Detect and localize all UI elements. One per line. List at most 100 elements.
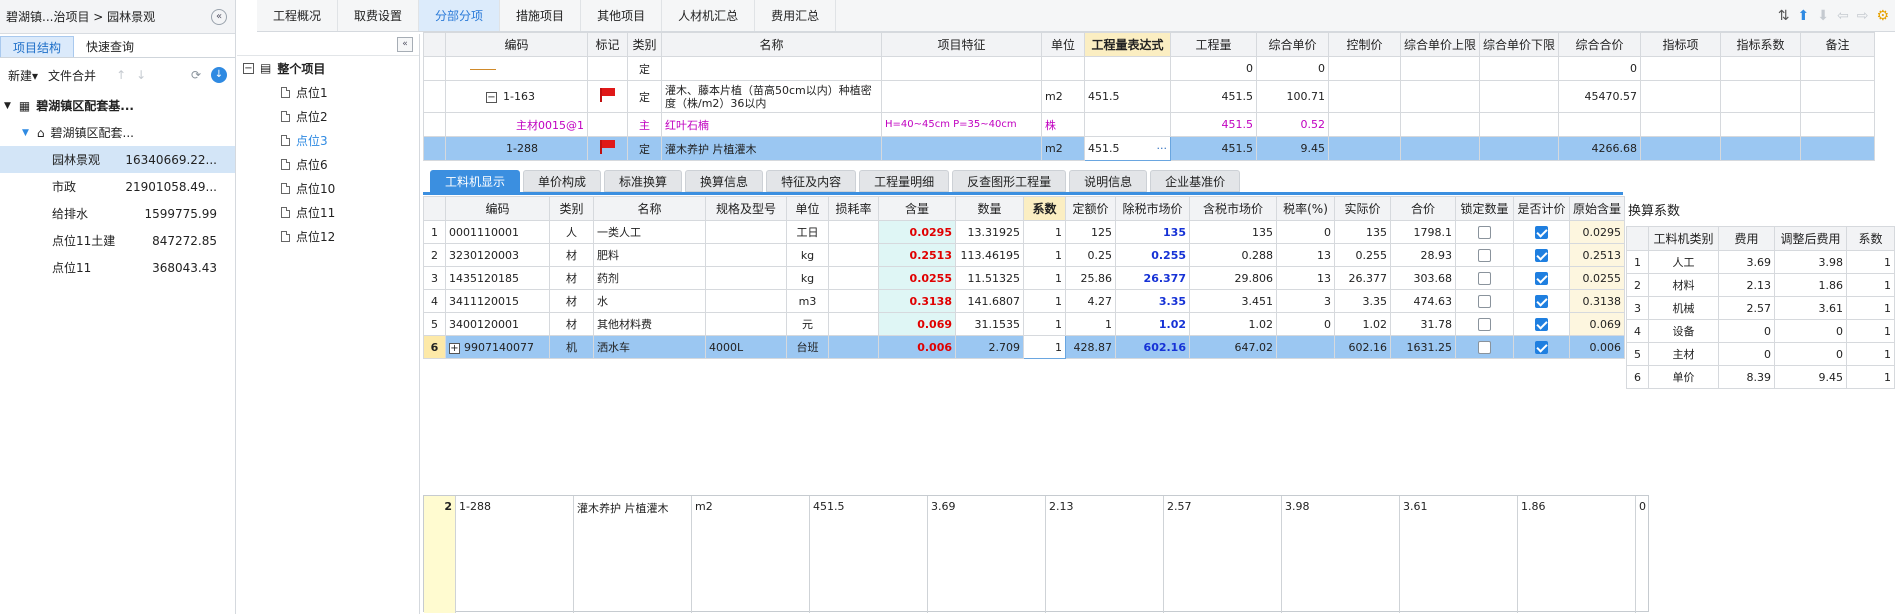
header-cell[interactable]: 实际价 [1334,196,1391,221]
tree-point[interactable]: 点位6 [237,152,419,176]
lock-qty-checkbox[interactable] [1478,248,1491,262]
lock-qty-checkbox[interactable] [1478,317,1491,331]
cell-code[interactable]: 3400120001 [445,312,550,336]
tab-overview[interactable]: 工程概况 [257,0,339,31]
table-row[interactable]: 1 0001110001 人 一类人工 工日 0.0295 13.31925 1 125 135 1… [423,220,1626,244]
cell-coef[interactable]: 1 [1846,365,1895,389]
table-row[interactable]: 1 人工 3.69 3.98 1 [1626,250,1895,274]
cell-name[interactable]: 其他材料费 [593,312,706,336]
tab-std-convert[interactable]: 标准换算 [604,170,683,192]
tab-description[interactable]: 说明信息 [1069,170,1148,192]
quantity-expr-input[interactable]: 451.5 ··· [1084,136,1171,161]
tree-item-drainage[interactable]: 给排水 1599775.99 [0,200,235,227]
cell-lock[interactable] [1455,243,1514,267]
tab-resource-display[interactable]: 工料机显示 [430,170,521,192]
cell-feature[interactable] [881,56,1042,81]
cell-priced[interactable] [1513,220,1570,244]
header-cell[interactable]: 损耗率 [828,196,879,221]
cell-name[interactable]: 一类人工 [593,220,706,244]
tab-other-items[interactable]: 其他项目 [581,0,663,31]
collapse-arrow-icon[interactable]: ▼ [22,128,29,138]
cell-code[interactable]: 1435120185 [445,266,550,290]
cell-unit[interactable] [1041,56,1085,81]
cell-lock[interactable] [1455,266,1514,290]
header-cell[interactable]: 综合单价下限 [1479,32,1560,57]
table-row[interactable]: 6 单价 8.39 9.45 1 [1626,365,1895,389]
settings-icon[interactable]: ⚙ [1876,8,1889,24]
cell-lock[interactable] [1455,220,1514,244]
lock-qty-checkbox[interactable] [1478,225,1491,239]
minus-icon[interactable]: − [486,92,497,103]
cell-coef[interactable]: 1 [1023,289,1066,313]
header-cell[interactable]: 编码 [445,32,588,57]
tree-item-point11[interactable]: 点位11 368043.43 [0,254,235,281]
tab-quick-query[interactable]: 快速查询 [74,36,146,57]
priced-checkbox[interactable] [1535,317,1548,331]
cell-name[interactable]: 水 [593,289,706,313]
cell-name[interactable]: 肥料 [593,243,706,267]
sort-icon[interactable]: ⇅ [1778,8,1790,24]
header-cell[interactable]: 规格及型号 [705,196,787,221]
cell-priced[interactable] [1513,266,1570,290]
table-row[interactable]: −1-163 定 灌木、藤本片植（苗高50cm以内）种植密 度（株/m2）36以内… [423,80,1876,113]
cell-name[interactable]: 洒水车 [593,335,706,359]
merge-file-button[interactable]: 文件合并 [48,67,96,84]
lock-qty-checkbox[interactable] [1478,340,1491,354]
header-cell[interactable]: 除税市场价 [1115,196,1190,221]
table-row[interactable]: 2 3230120003 材 肥料 kg 0.2513 113.46195 1 0.25 0.25… [423,243,1626,267]
collapse-arrow-icon[interactable]: ▼ [4,101,11,111]
priced-checkbox[interactable] [1535,294,1548,308]
lock-qty-checkbox[interactable] [1478,294,1491,308]
tree-item-municipal[interactable]: 市政 21901058.49... [0,173,235,200]
collapse-icon[interactable]: « [211,8,227,25]
tab-fee-settings[interactable]: 取费设置 [338,0,420,31]
move-up-icon[interactable]: ↑ [116,68,126,82]
cell-expr[interactable] [1084,112,1171,137]
red-flag-icon[interactable] [599,88,616,102]
header-cell[interactable]: 编码 [445,196,550,221]
cell-lock[interactable] [1455,289,1514,313]
table-row[interactable]: 定 0 0 0 [423,56,1876,81]
header-cell[interactable]: 名称 [661,32,882,57]
cell-coef[interactable]: 1 [1846,342,1895,366]
tree-item-point11-civil[interactable]: 点位11土建 847272.85 [0,227,235,254]
header-cell[interactable]: 标记 [587,32,628,57]
tab-sections[interactable]: 分部分项 [419,0,501,31]
tab-graphic-qty[interactable]: 反查图形工程量 [952,170,1067,192]
tree-point-selected[interactable]: 点位3 [237,128,419,152]
cell-code[interactable]: 3411120015 [445,289,550,313]
header-cell[interactable]: 类别 [549,196,594,221]
expand-icon[interactable]: + [449,342,460,354]
table-row[interactable]: 3 机械 2.57 3.61 1 [1626,296,1895,320]
header-cell[interactable]: 指标项 [1640,32,1722,57]
cell-unit[interactable]: 株 [1041,112,1085,137]
cell-lock[interactable] [1455,312,1514,336]
cell-priced[interactable] [1513,243,1570,267]
header-cell[interactable]: 控制价 [1328,32,1401,57]
tab-unit-price[interactable]: 单价构成 [523,170,602,192]
cell-coef[interactable]: 1 [1023,312,1066,336]
header-cell[interactable]: 是否计价 [1513,196,1570,221]
new-button[interactable]: 新建▾ [8,67,38,84]
cell-priced[interactable] [1513,312,1570,336]
tab-resource-summary[interactable]: 人材机汇总 [662,0,756,31]
cell-unit[interactable]: m2 [1041,136,1085,161]
cell-unit[interactable]: m2 [1041,80,1085,113]
cell-feature[interactable] [881,80,1042,113]
table-row[interactable]: 2 材料 2.13 1.86 1 [1626,273,1895,297]
tab-features[interactable]: 特征及内容 [766,170,857,192]
cell-expr[interactable]: 451.5 [1084,80,1171,113]
cell-code[interactable]: 0001110001 [445,220,550,244]
table-row[interactable]: 5 主材 0 0 1 [1626,342,1895,366]
header-cell[interactable]: 单位 [786,196,829,221]
header-cell[interactable]: 综合单价 [1256,32,1329,57]
priced-checkbox[interactable] [1535,340,1548,354]
arrow-left-icon[interactable]: ⇦ [1837,8,1849,24]
cell-coef[interactable]: 1 [1846,250,1895,274]
table-row[interactable]: 4 设备 0 0 1 [1626,319,1895,343]
arrow-right-icon[interactable]: ⇨ [1857,8,1869,24]
table-row-selected[interactable]: 6 +9907140077 机 洒水车 4000L 台班 0.006 2.709 1 428.87… [423,335,1626,359]
tree-point[interactable]: 点位11 [237,200,419,224]
tree-node-sub[interactable]: ▼ ⌂ 碧湖镇区配套... [0,119,235,146]
header-cell[interactable]: 定额价 [1065,196,1116,221]
